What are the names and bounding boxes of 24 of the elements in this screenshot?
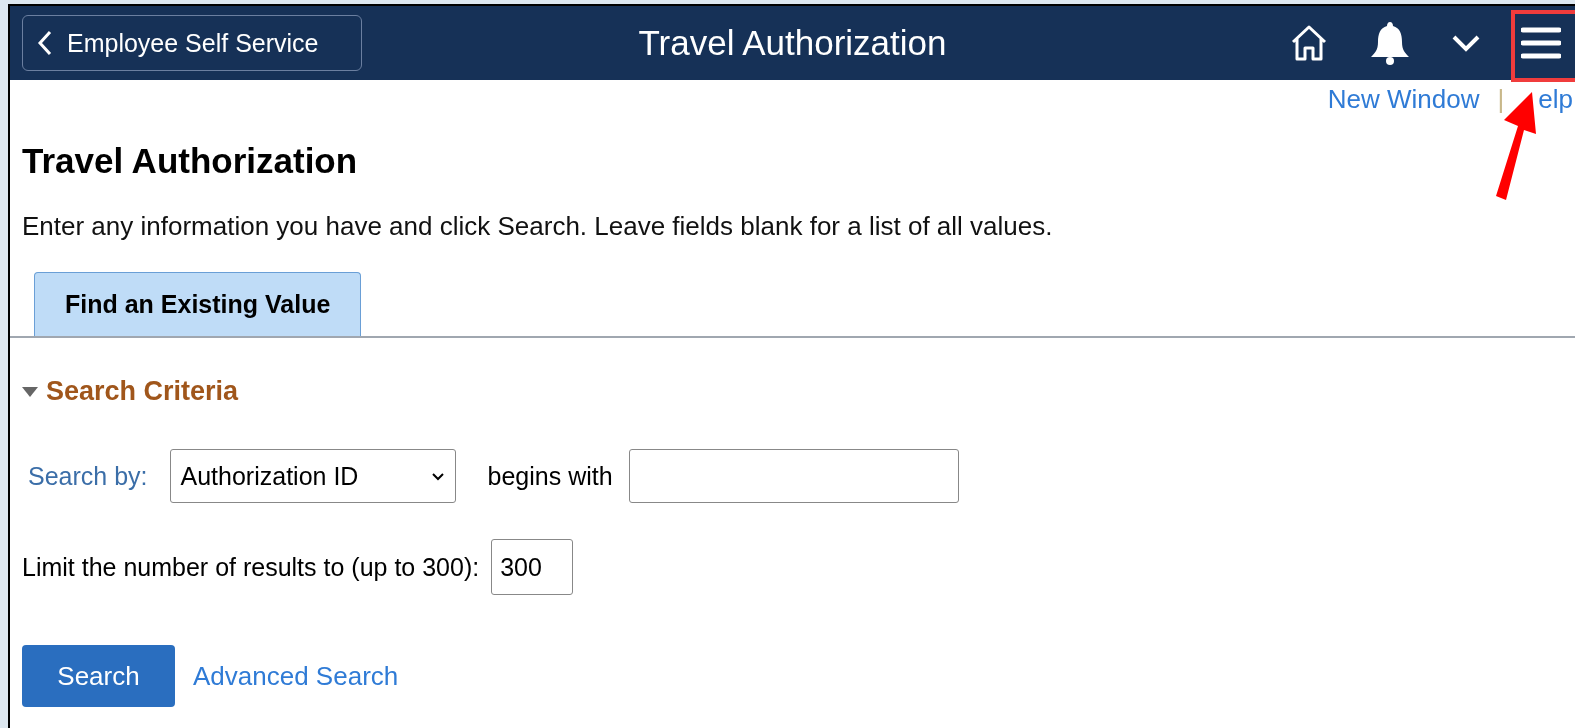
home-icon[interactable] [1289, 24, 1329, 62]
chevron-down-icon [430, 471, 445, 481]
collapse-triangle-icon[interactable] [22, 386, 38, 397]
back-button[interactable]: Employee Self Service [22, 15, 362, 71]
section-title[interactable]: Search Criteria [46, 376, 239, 407]
limit-label: Limit the number of results to (up to 300): [22, 552, 480, 582]
tab[interactable]: Find an Existing Value [34, 272, 362, 336]
operator-label: begins with [487, 461, 613, 491]
limit-field[interactable]: 300 [491, 539, 574, 595]
page-title: Travel Authorization [22, 141, 359, 181]
chevron-down-icon[interactable] [1451, 34, 1481, 52]
search-by-label: Search by: [28, 461, 148, 491]
search-by-dropdown[interactable]: Authorization ID [169, 449, 456, 503]
menu-icon[interactable] [1521, 26, 1561, 60]
instructions-text: Enter any information you have and click Search. Leave fields blank for a list of all values. [22, 211, 1054, 242]
bell-icon[interactable] [1369, 20, 1411, 66]
header-title: Travel Authorization [638, 23, 947, 63]
link-separator: | [1497, 84, 1505, 115]
advanced-search-link[interactable]: Advanced Search [193, 660, 399, 692]
search-button[interactable]: Search [22, 645, 175, 707]
help-link[interactable]: elp [1538, 84, 1573, 115]
new-window-link[interactable]: New Window [1327, 84, 1480, 115]
back-chevron-icon [37, 29, 53, 57]
search-value-field[interactable] [628, 449, 959, 503]
